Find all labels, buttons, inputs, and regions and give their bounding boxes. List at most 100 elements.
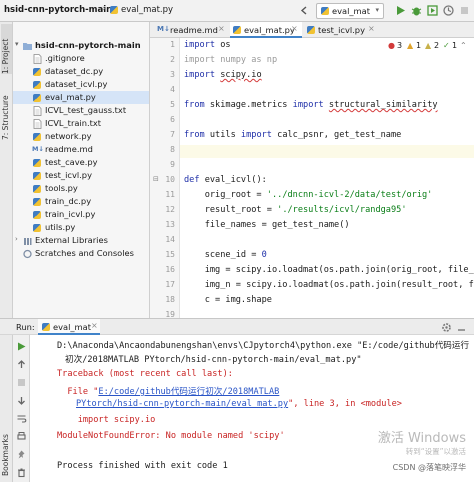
scratches-icon [23, 249, 32, 259]
project-tool-tab[interactable]: 1: Project [1, 24, 12, 74]
breadcrumb-project[interactable]: hsid-cnn-pytorch-main [4, 5, 112, 15]
close-icon[interactable]: × [91, 321, 98, 330]
pin-icon[interactable] [16, 449, 27, 460]
tree-root-folder[interactable]: ▾ hsid-cnn-pytorch-main [13, 39, 149, 52]
console-command-line: D:\Anaconda\Ancaondabunengshan\envs\CJpy… [57, 341, 470, 351]
error-count: 3 [397, 41, 403, 50]
tree-item[interactable]: ICVL_train.txt [13, 117, 149, 130]
tree-item[interactable]: .gitignore [13, 52, 149, 65]
soft-wrap-icon[interactable] [16, 413, 27, 424]
code-editor[interactable]: ● 3 ▲ 1 ▲ 2 ✓ 1 ⌃ import os import numpy… [180, 38, 474, 318]
tree-item[interactable]: tools.py [13, 182, 149, 195]
keyword: import [184, 40, 216, 50]
code-text: calc_psnr, get_test_name [271, 130, 402, 140]
run-configuration-select[interactable]: eval_mat ▾ [316, 3, 384, 19]
tree-item[interactable]: eval_mat.py [13, 91, 149, 104]
python-file-icon [307, 26, 315, 34]
tree-item-label: eval_mat.py [45, 92, 96, 102]
tab-readme[interactable]: M↓ readme.md × [154, 22, 228, 38]
fold-icon[interactable]: ⊟ [153, 175, 159, 183]
code-line-13: file_names = get_test_name() [184, 220, 350, 230]
tree-item[interactable]: test_cave.py [13, 156, 149, 169]
code-line-7: from utils import calc_psnr, get_test_na… [184, 130, 401, 143]
tree-scratches[interactable]: Scratches and Consoles [13, 247, 149, 260]
run-tool-window-header: Run: eval_mat × [0, 318, 474, 335]
code-line-16: img = scipy.io.loadmat(os.path.join(orig… [184, 265, 474, 275]
close-icon[interactable]: × [291, 24, 298, 33]
tree-item[interactable]: dataset_dc.py [13, 65, 149, 78]
line-number: 7 [170, 130, 175, 139]
console-file-link[interactable]: PYtorch/hsid-cnn-pytorch-main/eval_mat.p… [76, 399, 288, 409]
arrow-down-icon[interactable] [16, 395, 27, 406]
python-file-icon [33, 81, 41, 89]
bookmarks-tool-tab[interactable]: Bookmarks [1, 426, 12, 476]
run-icon[interactable] [394, 4, 407, 17]
tree-item-label: ICVL_test_gauss.txt [45, 105, 127, 115]
profile-icon[interactable] [442, 4, 455, 17]
code-text: result_root = [184, 205, 278, 215]
tree-item[interactable]: M↓ readme.md [13, 143, 149, 156]
close-icon[interactable]: × [218, 24, 225, 33]
stop-icon[interactable] [458, 4, 471, 17]
csdn-watermark: CSDN @落笔映浮华 [392, 463, 466, 472]
print-icon[interactable] [16, 431, 27, 442]
tree-item[interactable]: train_dc.py [13, 195, 149, 208]
tree-item[interactable]: utils.py [13, 221, 149, 234]
line-number-gutter: 1234567891011121314151617181920⊟ [150, 38, 180, 334]
console-text: ", line 3, in <module> [288, 399, 402, 409]
line-number: 1 [170, 40, 175, 49]
run-configuration-label: eval_mat [332, 6, 370, 16]
rerun-icon[interactable] [16, 341, 27, 352]
unresolved-import: structural_similarity [328, 100, 438, 110]
python-file-icon [110, 6, 118, 14]
tree-item[interactable]: ICVL_test_gauss.txt [13, 104, 149, 117]
close-icon[interactable]: × [368, 24, 375, 33]
tree-item-label: dataset_dc.py [45, 66, 104, 76]
console-text: File " [57, 387, 99, 397]
debug-icon[interactable] [410, 4, 423, 17]
line-number: 16 [165, 265, 175, 274]
trash-icon[interactable] [16, 467, 27, 478]
tree-item[interactable]: train_icvl.py [13, 208, 149, 221]
check-icon: ✓ [443, 41, 450, 50]
python-file-icon [33, 159, 41, 167]
run-console[interactable]: D:\Anaconda\Ancaondabunengshan\envs\CJpy… [30, 335, 474, 482]
console-command-line-cont: 初次/2018MATLAB PYtorch/hsid-cnn-pytorch-m… [65, 355, 362, 365]
console-file-link[interactable]: E:/code/github代码运行初次/2018MATLAB [98, 387, 279, 397]
coverage-icon[interactable] [426, 4, 439, 17]
activate-windows-subtext: 转到“设置”以激活 [405, 447, 466, 456]
code-text: utils [204, 130, 241, 140]
inspection-widget[interactable]: ● 3 ▲ 1 ▲ 2 ✓ 1 ⌃ [388, 38, 468, 52]
tab-eval-mat[interactable]: eval_mat.py × [230, 22, 302, 38]
line-number: 5 [170, 100, 175, 109]
code-text: scene_id = [184, 250, 262, 260]
run-tab-eval-mat[interactable]: eval_mat × [38, 319, 100, 335]
line-number: 10 [165, 175, 175, 184]
gear-icon[interactable] [441, 322, 452, 333]
text-file-icon [33, 54, 42, 64]
text-file-icon [33, 119, 42, 129]
tree-item[interactable]: dataset_icvl.py [13, 78, 149, 91]
breadcrumb-separator-icon: › [102, 4, 106, 14]
stop-icon[interactable] [16, 377, 27, 388]
arrow-up-icon[interactable] [16, 359, 27, 370]
structure-tool-tab[interactable]: 7: Structure [1, 88, 12, 140]
code-line-18: c = img.shape [184, 295, 272, 305]
tab-test-icvl[interactable]: test_icvl.py × [304, 22, 380, 38]
python-file-icon [33, 211, 41, 219]
back-icon[interactable] [298, 4, 311, 17]
number-literal: 0 [261, 250, 267, 260]
python-file-icon [33, 185, 41, 193]
breadcrumb-file[interactable]: eval_mat.py [121, 5, 173, 15]
tree-external-libraries[interactable]: › External Libraries [13, 234, 149, 247]
tree-item[interactable]: network.py [13, 130, 149, 143]
keyword: from [184, 130, 205, 140]
console-traceback: Traceback (most recent call last): [57, 369, 233, 379]
tree-item-label: network.py [45, 131, 92, 141]
python-file-icon [33, 133, 41, 141]
minimize-icon[interactable] [456, 322, 467, 333]
keyword: import [292, 100, 324, 110]
code-line-10: def eval_icvl(): [184, 175, 267, 188]
code-text: skimage.metrics [204, 100, 293, 110]
tree-item[interactable]: test_icvl.py [13, 169, 149, 182]
